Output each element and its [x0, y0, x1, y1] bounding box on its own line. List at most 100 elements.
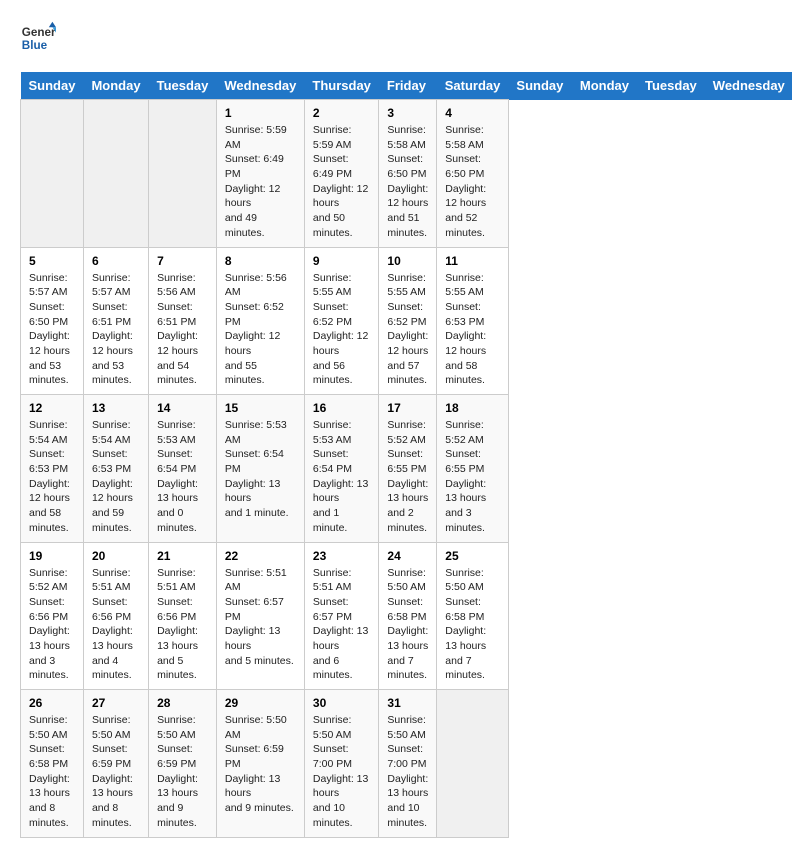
day-info-line: Daylight: 13 hours	[225, 773, 280, 800]
day-info-line: Sunset: 6:52 PM	[387, 301, 426, 328]
day-info-line: Sunset: 6:59 PM	[92, 743, 131, 770]
day-number: 27	[92, 696, 140, 710]
calendar-header-row: SundayMondayTuesdayWednesdayThursdayFrid…	[21, 72, 792, 100]
day-number: 3	[387, 106, 428, 120]
day-info: Sunrise: 5:52 AMSunset: 6:55 PMDaylight:…	[387, 418, 428, 536]
day-of-week-header: Tuesday	[637, 72, 705, 100]
day-info-line: and 7 minutes.	[387, 655, 427, 682]
day-info-line: Sunset: 6:54 PM	[225, 448, 284, 475]
day-number: 17	[387, 401, 428, 415]
day-of-week-header: Tuesday	[149, 72, 217, 100]
day-number: 1	[225, 106, 296, 120]
day-info-line: and 49 minutes.	[225, 212, 265, 239]
day-info-line: and 56 minutes.	[313, 360, 353, 387]
day-info-line: Sunset: 6:57 PM	[313, 596, 352, 623]
day-info-line: Sunrise: 5:58 AM	[387, 124, 426, 151]
day-number: 20	[92, 549, 140, 563]
day-number: 5	[29, 254, 75, 268]
calendar-cell: 16 Sunrise: 5:53 AMSunset: 6:54 PMDayligh…	[304, 395, 379, 543]
day-info-line: and 4 minutes.	[92, 655, 132, 682]
day-info: Sunrise: 5:50 AMSunset: 6:59 PM Daylight:…	[157, 713, 208, 831]
calendar-week-row: 1Sunrise: 5:59 AMSunset: 6:49 PMDaylight…	[21, 100, 792, 248]
day-info: Sunrise: 5:59 AMSunset: 6:49 PMDaylight:…	[313, 123, 371, 241]
day-info-line: Daylight: 12 hours	[29, 478, 70, 505]
day-info-line: Sunset: 6:51 PM	[157, 301, 196, 328]
day-info-line: Sunrise: 5:50 AM	[387, 714, 426, 741]
day-number: 21	[157, 549, 208, 563]
day-info-line: Daylight: 12 hours	[29, 330, 70, 357]
page-header: General Blue	[20, 20, 772, 56]
day-number: 2	[313, 106, 371, 120]
day-of-week-header: Thursday	[304, 72, 379, 100]
day-of-week-header: Wednesday	[216, 72, 304, 100]
day-of-week-header: Friday	[379, 72, 437, 100]
day-info-line: Sunrise: 5:50 AM	[92, 714, 131, 741]
day-info: Sunrise: 5:51 AMSunset: 6:57 PMDaylight:…	[313, 566, 371, 684]
day-info-line: Daylight: 12 hours	[225, 330, 280, 357]
day-info: Sunrise: 5:50 AMSunset: 6:58 PMDaylight:…	[445, 566, 500, 684]
day-info-line: Sunset: 6:49 PM	[225, 153, 284, 180]
day-info: Sunrise: 5:54 AMSunset: 6:53 PMDaylight:…	[29, 418, 75, 536]
calendar-cell: 5Sunrise: 5:57 AMSunset: 6:50 PMDaylight…	[21, 247, 84, 395]
day-info-line: Sunrise: 5:56 AM	[157, 272, 196, 299]
day-info: Sunrise: 5:55 AMSunset: 6:52 PMDaylight:…	[313, 271, 371, 389]
day-info-line: Daylight: 12 hours	[445, 330, 486, 357]
day-info: Sunrise: 5:51 AMSunset: 6:57 PMDaylight:…	[225, 566, 296, 669]
day-info-line: and 58 minutes.	[445, 360, 485, 387]
day-number: 16	[313, 401, 371, 415]
day-info-line: Sunrise: 5:50 AM	[157, 714, 196, 741]
day-info-line: Sunrise: 5:55 AM	[313, 272, 352, 299]
calendar-cell	[149, 100, 217, 248]
day-number: 25	[445, 549, 500, 563]
day-info-line: Daylight: 12 hours	[313, 330, 368, 357]
day-info-line: and 58 minutes.	[29, 507, 69, 534]
calendar-cell: 2 Sunrise: 5:59 AMSunset: 6:49 PMDaylight…	[304, 100, 379, 248]
day-of-week-header: Wednesday	[705, 72, 792, 100]
day-info-line: Sunrise: 5:53 AM	[157, 419, 196, 446]
day-of-week-header: Sunday	[21, 72, 84, 100]
day-info: Sunrise: 5:51 AMSunset: 6:56 PMDaylight:…	[157, 566, 208, 684]
calendar-cell: 19 Sunrise: 5:52 AMSunset: 6:56 PMDayligh…	[21, 542, 84, 690]
day-info-line: and 53 minutes.	[29, 360, 69, 387]
day-info-line: Sunset: 6:55 PM	[387, 448, 426, 475]
day-info-line: Sunrise: 5:57 AM	[29, 272, 68, 299]
logo: General Blue	[20, 20, 56, 56]
day-info-line: Sunrise: 5:54 AM	[29, 419, 68, 446]
day-number: 30	[313, 696, 371, 710]
day-info-line: Daylight: 13 hours	[92, 625, 133, 652]
day-of-week-header: Saturday	[437, 72, 509, 100]
day-number: 19	[29, 549, 75, 563]
day-info-line: Sunset: 6:58 PM	[387, 596, 426, 623]
day-info-line: Daylight: 13 hours	[445, 625, 486, 652]
day-info-line: Daylight: 13 hours	[29, 773, 70, 800]
day-info-line: and 8 minutes.	[29, 802, 69, 829]
day-number: 7	[157, 254, 208, 268]
day-info-line: Sunrise: 5:50 AM	[387, 567, 426, 594]
day-info-line: Sunset: 6:56 PM	[157, 596, 196, 623]
day-info: Sunrise: 5:53 AMSunset: 6:54 PMDaylight:…	[313, 418, 371, 536]
day-number: 10	[387, 254, 428, 268]
calendar-cell	[21, 100, 84, 248]
day-info-line: Sunset: 6:59 PM	[157, 743, 196, 770]
day-info-line: Daylight: 13 hours	[157, 773, 198, 800]
day-info-line: Sunrise: 5:52 AM	[445, 419, 484, 446]
day-number: 28	[157, 696, 208, 710]
day-info-line: Sunrise: 5:59 AM	[313, 124, 352, 151]
day-info-line: Sunrise: 5:55 AM	[445, 272, 484, 299]
day-info-line: Sunset: 7:00 PM	[313, 743, 352, 770]
day-info-line: and 9 minutes.	[157, 802, 197, 829]
day-info-line: Sunset: 6:54 PM	[157, 448, 196, 475]
calendar-cell: 18Sunrise: 5:52 AMSunset: 6:55 PMDayligh…	[437, 395, 509, 543]
day-info-line: Daylight: 12 hours	[313, 183, 368, 210]
day-info-line: Sunset: 6:51 PM	[92, 301, 131, 328]
day-info: Sunrise: 5:52 AMSunset: 6:56 PMDaylight:…	[29, 566, 75, 684]
day-number: 31	[387, 696, 428, 710]
logo-icon: General Blue	[20, 20, 56, 56]
day-info-line: and 50 minutes.	[313, 212, 353, 239]
svg-text:Blue: Blue	[22, 39, 48, 52]
day-info-line: and 5 minutes.	[225, 655, 294, 667]
day-info-line: and 55 minutes.	[225, 360, 265, 387]
day-info-line: Sunset: 6:53 PM	[445, 301, 484, 328]
day-info-line: Daylight: 13 hours	[157, 478, 198, 505]
day-info-line: Sunset: 6:58 PM	[445, 596, 484, 623]
